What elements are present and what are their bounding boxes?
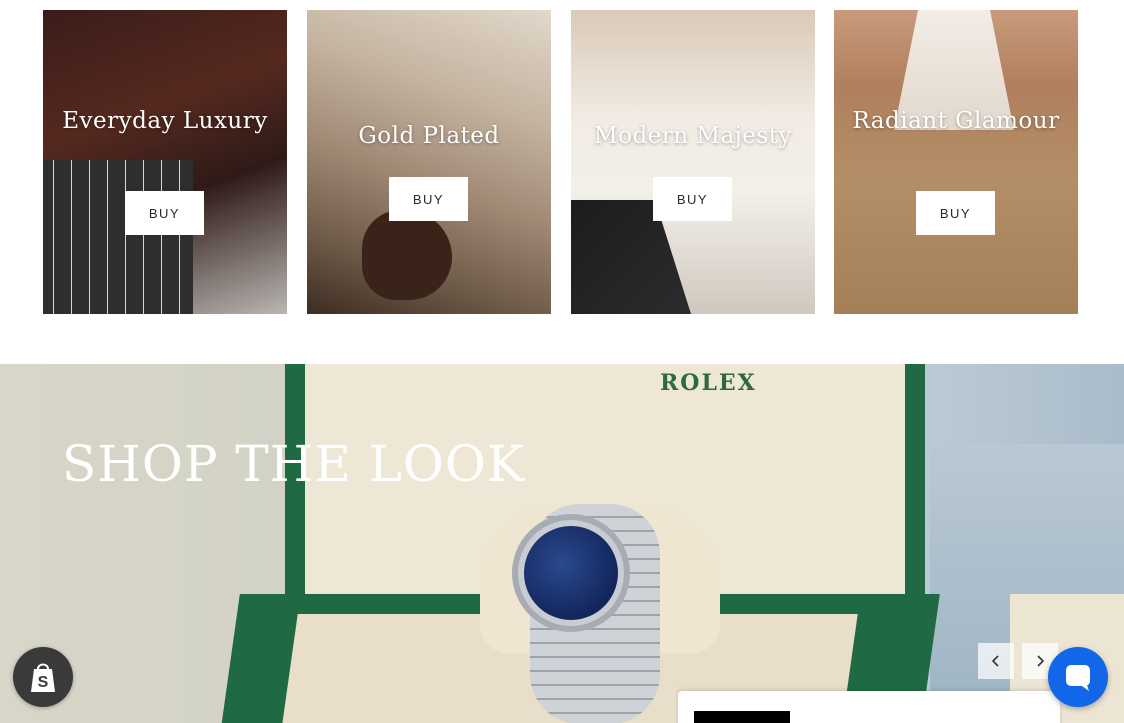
buy-button[interactable]: BUY [653, 177, 732, 221]
svg-text:S: S [38, 674, 49, 691]
collection-title: Radiant Glamour [852, 108, 1060, 134]
chevron-right-icon [1037, 655, 1045, 667]
collection-tile-gold-plated[interactable]: Gold Plated BUY [307, 10, 551, 314]
shop-the-look-banner: ROLEX SHOP THE LOOK [0, 364, 1124, 723]
box-brand-logo: ROLEX [660, 370, 757, 396]
hand-image [362, 210, 452, 300]
collection-title: Modern Majesty [594, 123, 792, 149]
collection-title: Everyday Luxury [62, 108, 268, 134]
collection-title: Gold Plated [358, 123, 500, 149]
chat-button[interactable] [1048, 647, 1108, 707]
chevron-left-icon [991, 655, 999, 667]
pinstripe-trousers-image [43, 160, 193, 314]
shopify-badge-button[interactable]: S [13, 647, 73, 707]
product-thumbnail [694, 711, 790, 723]
buy-button[interactable]: BUY [389, 177, 468, 221]
collection-tile-everyday-luxury[interactable]: Everyday Luxury BUY [43, 10, 287, 314]
buy-button[interactable]: BUY [125, 191, 204, 235]
product-card[interactable] [678, 691, 1060, 723]
watch-dial [524, 526, 618, 620]
shopify-bag-icon: S [31, 663, 55, 692]
collection-tile-radiant-glamour[interactable]: Radiant Glamour BUY [834, 10, 1078, 314]
collection-tile-modern-majesty[interactable]: Modern Majesty BUY [571, 10, 815, 314]
carousel-prev-button[interactable] [978, 643, 1014, 679]
chat-bubble-icon [1066, 665, 1090, 691]
buy-button[interactable]: BUY [916, 191, 995, 235]
banner-title: SHOP THE LOOK [62, 435, 526, 493]
